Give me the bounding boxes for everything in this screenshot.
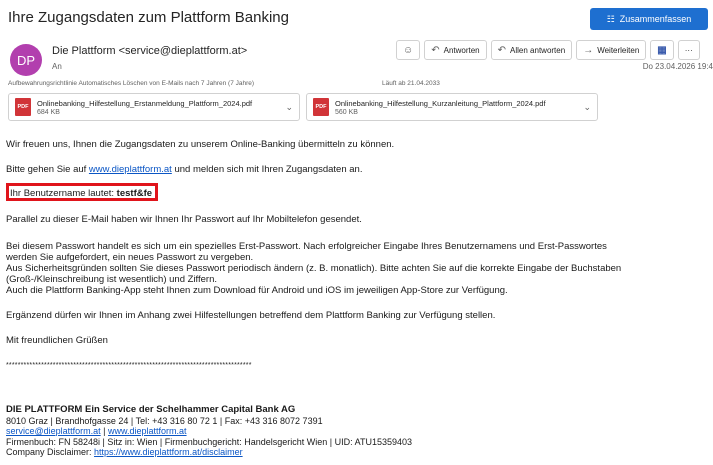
attachment-size: 560 KB [335,108,358,116]
reply-all-label: Allen antworten [510,45,566,55]
username-value: testf&fe [116,188,153,199]
reply-all-icon: ↶ [497,44,507,56]
sent-date: Do 23.04.2026 19:4 [642,62,713,71]
attachment-name: Onlinebanking_Hilfestellung_Kurzanleitun… [335,98,546,108]
sender-name[interactable]: Die Plattform <service@dieplattform.at> [52,45,247,57]
body-paragraph: Auch die Plattform Banking-App steht Ihn… [6,285,508,296]
chevron-down-icon[interactable]: ⌄ [583,102,591,113]
sender-avatar[interactable]: DP [10,44,42,76]
signature-links: service@dieplattform.at | www.dieplattfo… [6,426,412,437]
body-paragraph: Bei diesem Passwort handelt es sich um e… [6,241,607,252]
body-text: und melden sich mit Ihren Zugangsdaten a… [171,164,363,175]
email-link[interactable]: service@dieplattform.at [6,426,101,436]
chevron-down-icon[interactable]: ⌄ [285,102,293,113]
attachment-size: 684 KB [37,108,60,116]
attachment-item[interactable]: PDF Onlinebanking_Hilfestellung_Kurzanle… [306,93,598,121]
separator-line: ****************************************… [6,362,252,369]
body-text: Bitte gehen Sie auf [6,164,89,175]
body-paragraph: Aus Sicherheitsgründen sollten Sie diese… [6,263,622,274]
reply-icon: ↶ [431,44,440,56]
retention-info: Aufbewahrungsrichtlinie Automatisches Lö… [8,80,440,87]
body-paragraph: Wir freuen uns, Ihnen die Zugangsdaten z… [6,139,395,150]
pdf-icon: PDF [313,98,329,116]
signature-disclaimer: Company Disclaimer: https://www.dieplatt… [6,447,412,458]
signature-register: Firmenbuch: FN 58248i | Sitz in: Wien | … [6,436,413,447]
website-link[interactable]: www.dieplattform.at [89,164,172,175]
reply-button[interactable]: ↶ Antworten [424,40,487,60]
expiry-date: Läuft ab 21.04.2033 [382,80,440,87]
email-subject: Ihre Zugangsdaten zum Plattform Banking [8,9,289,26]
reply-all-button[interactable]: ↶ Allen antworten [490,40,573,60]
recipient-label[interactable]: An [52,62,62,71]
more-actions-button[interactable]: ··· [677,40,700,60]
username-label: Ihr Benutzername lautet: [10,188,117,199]
body-paragraph: werden Sie aufgefordert, ein neues Passw… [6,252,254,263]
disclaimer-link[interactable]: https://www.dieplattform.at/disclaimer [94,447,243,457]
summarize-icon: ☷ [606,13,615,24]
link-separator: | [100,426,109,436]
summarize-button[interactable]: ☷ Zusammenfassen [590,8,708,30]
more-icon: ··· [684,45,693,55]
disclaimer-label: Company Disclaimer: [6,447,95,457]
username-line: Ihr Benutzername lautet: testf&fe [10,188,152,199]
smiley-icon: ☺ [403,44,414,56]
signature: DIE PLATTFORM Ein Service der Schelhamme… [6,404,413,458]
forward-button[interactable]: → Weiterleiten [576,40,647,60]
signature-address: 8010 Graz | Brandhofgasse 24 | Tel: +43 … [6,415,323,426]
body-paragraph: Parallel zu dieser E-Mail haben wir Ihne… [6,214,362,225]
retention-policy[interactable]: Aufbewahrungsrichtlinie Automatisches Lö… [8,80,254,87]
pdf-icon: PDF [15,98,31,116]
attachment-name: Onlinebanking_Hilfestellung_Erstanmeldun… [37,98,253,108]
body-paragraph: Ergänzend dürfen wir Ihnen im Anhang zwe… [6,310,496,321]
emoji-button[interactable]: ☺ [396,40,421,60]
message-actions: ☺ ↶ Antworten ↶ Allen antworten → Weiter… [396,40,700,60]
signature-company: DIE PLATTFORM Ein Service der Schelhamme… [6,404,296,415]
forward-label: Weiterleiten [597,45,640,55]
website-link[interactable]: www.dieplattform.at [108,426,187,436]
teams-button[interactable]: ▦ [650,40,674,60]
greeting: Mit freundlichen Grüßen [6,335,108,346]
attachment-item[interactable]: PDF Onlinebanking_Hilfestellung_Erstanme… [8,93,300,121]
body-paragraph: Bitte gehen Sie auf www.dieplattform.at … [6,164,362,175]
body-paragraph: (Groß-/Kleinschreibung ist wesentlich) u… [6,274,218,285]
summarize-label: Zusammenfassen [619,14,692,24]
teams-icon: ▦ [657,44,667,56]
attachment-list: PDF Onlinebanking_Hilfestellung_Erstanme… [8,93,598,121]
forward-icon: → [583,44,594,56]
reply-label: Antworten [443,45,480,55]
